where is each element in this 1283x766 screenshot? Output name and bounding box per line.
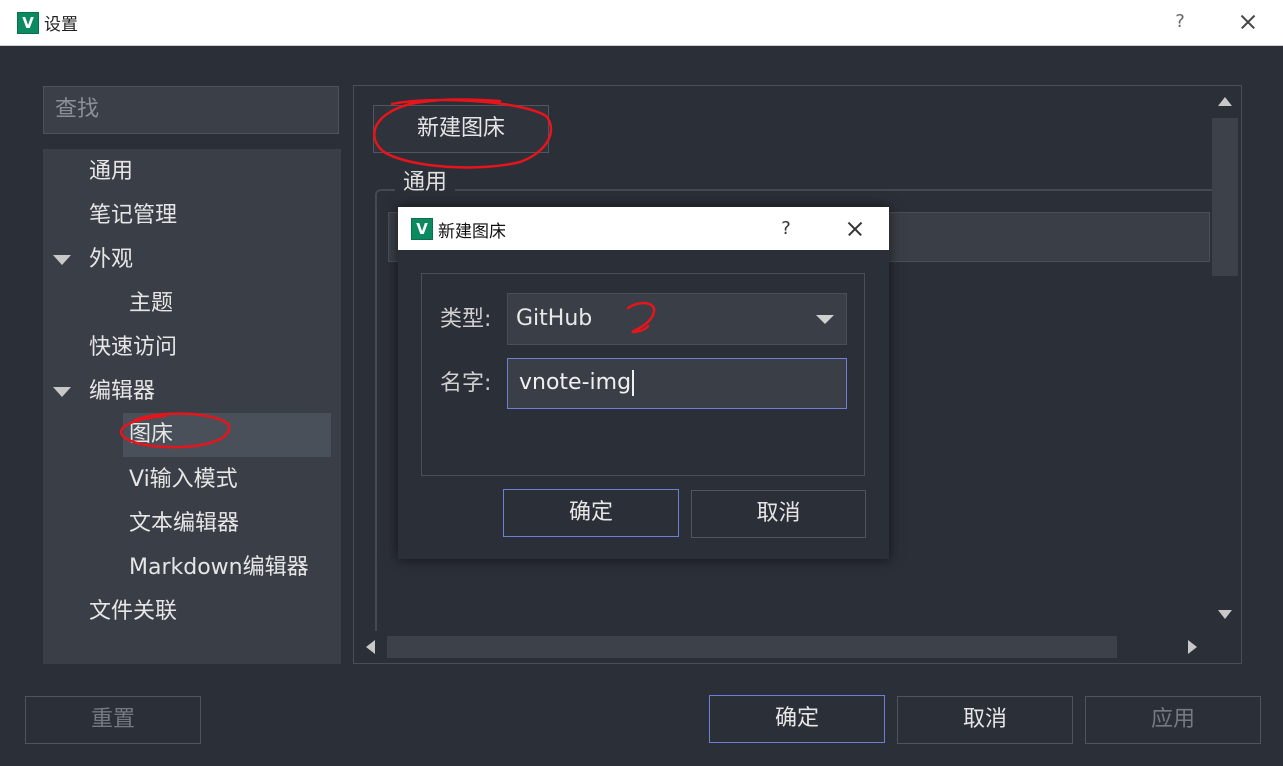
chevron-down-icon[interactable] — [816, 315, 834, 324]
type-select[interactable]: GitHub — [507, 293, 847, 345]
close-icon[interactable] — [841, 214, 869, 244]
scroll-left-icon[interactable] — [366, 640, 375, 654]
tree-item-label: 外观 — [89, 247, 134, 272]
tree-item-vi-input-mode[interactable]: Vi输入模式 — [43, 458, 341, 502]
tree-item-label: 图床 — [129, 422, 174, 447]
tree-item-label: 主题 — [129, 291, 174, 316]
expand-arrow-icon[interactable] — [53, 255, 71, 265]
reset-button[interactable]: 重置 — [25, 696, 201, 744]
tree-item-label: 文件关联 — [89, 599, 178, 624]
dialog-ok-button[interactable]: 确定 — [503, 489, 679, 537]
scroll-up-icon[interactable] — [1218, 97, 1232, 106]
tree-item-theme[interactable]: 主题 — [43, 282, 341, 326]
tree-item-text-editor[interactable]: 文本编辑器 — [43, 502, 341, 546]
tree-item-image-host[interactable]: 图床 — [43, 413, 341, 457]
dialog-title: 新建图床 — [438, 222, 506, 242]
name-input-value: vnote-img — [519, 370, 632, 395]
tree-item-label: Markdown编辑器 — [129, 555, 309, 580]
vertical-scrollbar-thumb[interactable] — [1212, 118, 1238, 276]
tree-item-editor[interactable]: 编辑器 — [43, 370, 341, 414]
tree-item-label: 编辑器 — [89, 379, 156, 404]
new-image-host-dialog: V 新建图床 ? 类型: GitHub 名字: vnote-img 确定 取消 — [398, 207, 889, 559]
apply-button[interactable]: 应用 — [1085, 696, 1261, 744]
window-title: 设置 — [44, 15, 78, 35]
horizontal-scrollbar-thumb[interactable] — [387, 636, 1117, 658]
general-group-title: 通用 — [395, 168, 456, 198]
help-icon[interactable]: ? — [1168, 8, 1192, 36]
tree-item-label: 笔记管理 — [89, 203, 178, 228]
dialog-titlebar: V 新建图床 ? — [398, 207, 889, 250]
new-image-host-button[interactable]: 新建图床 — [373, 105, 549, 153]
vnote-app-icon: V — [411, 218, 433, 240]
help-icon[interactable]: ? — [774, 215, 798, 243]
scroll-down-icon[interactable] — [1218, 610, 1232, 619]
vnote-app-icon: V — [17, 12, 39, 34]
tree-item-quick-access[interactable]: 快速访问 — [43, 326, 341, 370]
window-titlebar: V 设置 ? — [0, 0, 1283, 46]
name-label: 名字: — [440, 371, 492, 396]
settings-tree: 通用 笔记管理 外观 主题 快速访问 编辑器 图床 Vi输入模式 文本编辑器 M… — [43, 149, 341, 664]
tree-item-label: Vi输入模式 — [129, 467, 238, 492]
tree-item-label: 文本编辑器 — [129, 511, 240, 536]
tree-item-markdown-editor[interactable]: Markdown编辑器 — [43, 546, 341, 590]
tree-item-appearance[interactable]: 外观 — [43, 238, 341, 282]
close-icon[interactable] — [1234, 7, 1262, 37]
tree-item-notes-management[interactable]: 笔记管理 — [43, 194, 341, 238]
text-caret — [632, 370, 634, 396]
tree-item-general[interactable]: 通用 — [43, 150, 341, 194]
tree-item-label: 通用 — [89, 159, 134, 184]
scroll-right-icon[interactable] — [1188, 640, 1197, 654]
name-input[interactable]: vnote-img — [507, 358, 847, 409]
expand-arrow-icon[interactable] — [53, 387, 71, 397]
tree-item-file-association[interactable]: 文件关联 — [43, 590, 341, 634]
dialog-cancel-button[interactable]: 取消 — [691, 490, 866, 538]
tree-item-label: 快速访问 — [89, 335, 178, 360]
ok-button[interactable]: 确定 — [709, 695, 885, 743]
cancel-button[interactable]: 取消 — [897, 696, 1073, 744]
type-label: 类型: — [440, 307, 492, 332]
search-input[interactable]: 查找 — [43, 86, 339, 134]
